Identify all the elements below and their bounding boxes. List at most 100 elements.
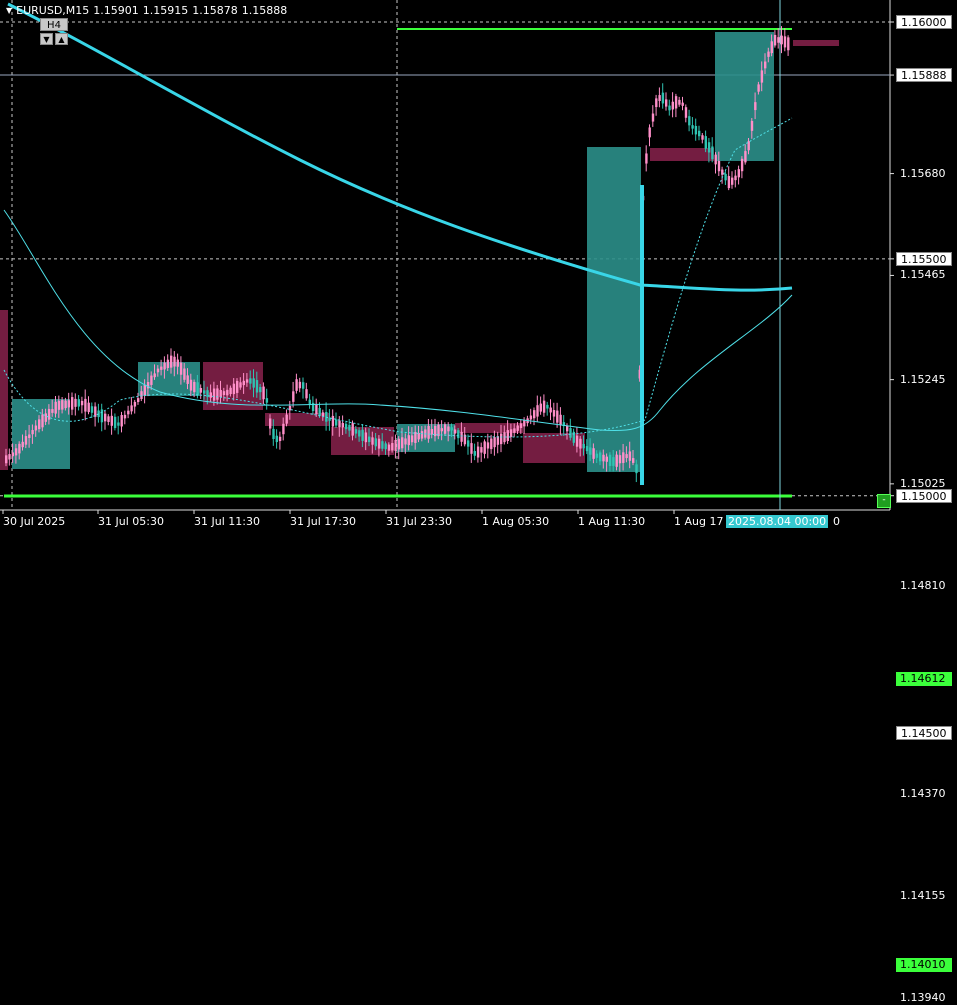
candle-body-64 [216,388,219,400]
candle-body-55 [186,375,189,384]
close-price: 1.15888 [241,4,288,17]
candle-body-144 [480,447,483,453]
candle-body-63 [212,388,216,401]
candle-body-30 [104,413,107,422]
candle-body-56 [189,379,193,391]
candle-body-143 [476,446,480,458]
time-label-1: 31 Jul 05:30 [98,515,164,528]
time-label-2: 31 Jul 11:30 [194,515,260,528]
candle-body-69 [232,383,236,395]
candle-body-205 [681,102,684,106]
candle-body-129 [430,428,434,435]
candle-body-233 [773,34,777,46]
candle-body-237 [787,37,790,51]
candle-body-197 [655,98,658,108]
candle-body-218 [724,173,727,181]
candle-body-78 [262,386,265,400]
time-label-7: 1 Aug 17 [674,515,724,528]
bear-zone-11 [793,40,839,46]
candle-body-81 [272,428,275,439]
candle-body-15 [54,401,57,414]
chevron-down-icon[interactable]: ▼ [40,33,53,45]
candle-body-215 [714,154,717,165]
chart-header: ▼ EURUSD,M15 1.15901 1.15915 1.15878 1.1… [6,4,287,17]
menu-triangle-icon[interactable]: ▼ [6,6,12,15]
candle-body-137 [457,430,460,439]
candle-body-187 [622,452,625,463]
candle-body-135 [450,427,453,431]
candle-body-16 [57,400,61,410]
candle-body-31 [107,416,110,422]
candle-body-165 [549,407,552,413]
breakout-candle [640,185,644,485]
candle-body-231 [767,51,770,57]
candle-body-62 [209,392,212,398]
candle-body-14 [51,409,54,413]
candle-body-230 [764,61,767,69]
candle-body-7 [28,434,31,439]
candle-body-123 [410,435,414,443]
candle-body-6 [24,436,28,445]
candle-body-37 [127,410,130,415]
candle-body-136 [453,429,457,434]
crosshair-time-label: 2025.08.04 00:00 [726,515,829,528]
candle-body-119 [397,438,401,450]
candle-body-207 [688,116,691,126]
candle-body-219 [727,176,731,189]
candle-body-190 [632,458,635,463]
candle-body-41 [140,391,143,399]
candle-body-176 [585,446,589,452]
candle-body-171 [569,428,572,438]
candle-body-216 [717,160,721,172]
candle-body-79 [265,398,269,403]
candle-body-75 [252,378,255,388]
candle-body-182 [605,456,608,462]
candle-body-217 [721,169,724,175]
bear-zone-12 [0,310,8,470]
candle-body-126 [420,431,424,439]
candle-body-161 [536,405,539,417]
candle-body-60 [203,390,206,394]
candle-body-5 [21,441,24,448]
candle-body-175 [582,443,585,449]
candle-body-159 [529,415,533,420]
candle-body-185 [615,454,618,467]
time-label-5: 1 Aug 05:30 [482,515,550,528]
candle-body-92 [308,399,311,405]
candle-body-13 [47,408,51,420]
price-chart[interactable] [0,0,957,533]
price-label-14: 1.13940 [900,990,946,1004]
candle-body-168 [559,414,562,426]
candle-body-52 [176,359,179,367]
chevron-up-icon[interactable]: ▲ [55,33,68,45]
candle-body-33 [113,416,117,429]
candle-body-21 [74,398,77,407]
time-label-suffix: 0 [833,515,840,528]
price-label-5: 1.15245 [900,372,946,386]
candle-body-174 [579,438,582,449]
candle-body-121 [404,438,407,445]
candle-body-142 [473,451,476,456]
candle-body-133 [443,424,447,434]
candle-body-74 [249,378,252,384]
collapse-panel-button[interactable]: - [877,494,891,508]
price-label-10: 1.14500 [896,725,952,740]
candle-body-213 [707,142,711,153]
candle-body-204 [678,99,681,105]
candle-body-85 [285,414,288,424]
candle-body-173 [575,435,579,447]
candle-body-152 [506,430,509,441]
bull-zone-4 [715,32,774,161]
candle-body-222 [737,169,740,178]
high-price: 1.15915 [142,4,189,17]
candle-body-164 [546,404,549,409]
candle-body-91 [305,389,308,399]
candle-body-102 [341,422,344,428]
candle-body-208 [691,125,694,129]
timeframe-button[interactable]: H4 [40,18,68,31]
price-label-9: 1.14612 [896,672,952,687]
candle-body-149 [496,436,500,445]
candle-body-84 [282,423,285,435]
candle-body-109 [364,432,368,443]
candle-body-160 [533,410,536,419]
